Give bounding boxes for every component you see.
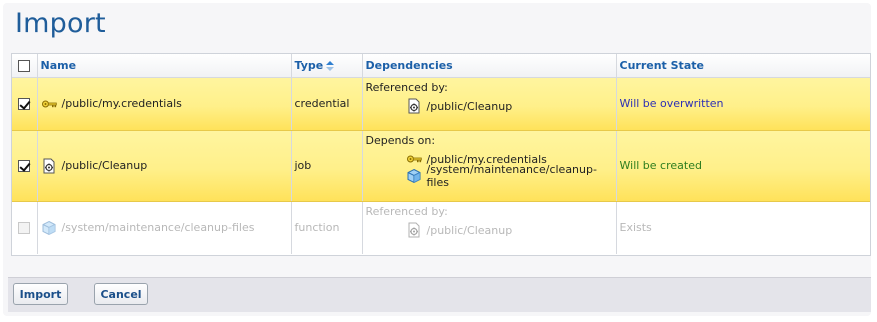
row-name: /public/my.credentials — [61, 97, 182, 110]
column-name-header[interactable]: Name — [37, 54, 292, 78]
row-state: Will be overwritten — [616, 77, 870, 131]
table-row[interactable]: /public/my.credentials credential Refere… — [12, 77, 870, 131]
column-dependencies-header[interactable]: Dependencies — [362, 54, 617, 78]
import-table: Name Type Dependencies Current State /pu… — [11, 53, 871, 256]
import-button[interactable]: Import — [13, 283, 68, 305]
table-row[interactable]: /public/Cleanup job Depends on: /public/… — [12, 130, 870, 202]
row-checkbox[interactable] — [18, 160, 31, 172]
key-icon — [41, 96, 57, 112]
dependency-item: /public/Cleanup — [406, 98, 616, 115]
cancel-button[interactable]: Cancel — [94, 283, 148, 305]
select-all-checkbox[interactable] — [18, 59, 31, 72]
row-dependencies: Depends on: /public/my.credentials /syst… — [362, 130, 617, 202]
table-header-row: Name Type Dependencies Current State — [12, 54, 870, 78]
column-type-header[interactable]: Type — [291, 54, 363, 78]
row-state: Will be created — [616, 130, 870, 202]
table-row: /system/maintenance/cleanup-files functi… — [12, 201, 870, 254]
cube-icon — [406, 168, 422, 184]
dependency-item: /public/Cleanup — [406, 222, 616, 239]
row-type: job — [291, 130, 363, 202]
column-state-header[interactable]: Current State — [616, 54, 870, 78]
row-name: /public/Cleanup — [61, 159, 148, 172]
sort-ascending-icon — [326, 60, 335, 71]
row-checkbox — [18, 222, 31, 235]
job-icon — [406, 98, 422, 114]
row-state: Exists — [619, 221, 652, 235]
page-title: Import — [15, 8, 106, 39]
key-icon — [406, 151, 422, 167]
cube-icon — [41, 220, 57, 236]
dependency-item: /system/maintenance/cleanup-files — [406, 163, 616, 189]
row-dependencies: Referenced by: /public/Cleanup — [362, 201, 617, 254]
row-type: function — [291, 201, 363, 254]
dialog-footer: Import Cancel — [8, 277, 871, 312]
row-type: credential — [291, 77, 363, 131]
import-dialog: Import Name Type Dependencies Current St… — [3, 3, 871, 316]
job-icon — [406, 222, 422, 238]
row-dependencies: Referenced by: /public/Cleanup — [362, 77, 617, 131]
job-icon — [41, 158, 57, 174]
select-all-cell — [12, 54, 38, 78]
row-checkbox[interactable] — [18, 98, 31, 110]
row-name: /system/maintenance/cleanup-files — [61, 221, 255, 235]
